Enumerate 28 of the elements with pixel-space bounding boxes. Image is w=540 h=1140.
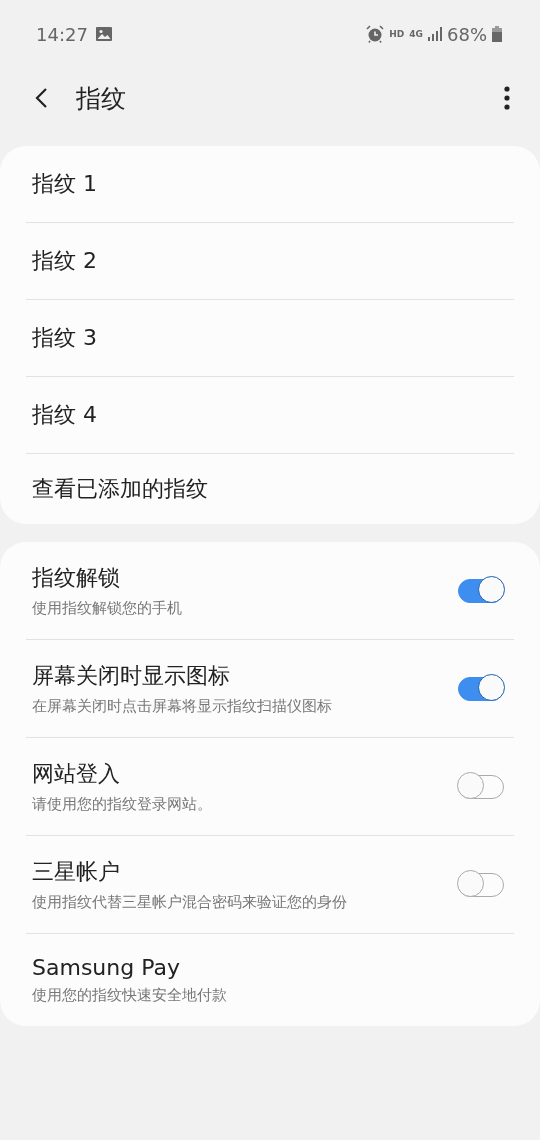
toggle-switch[interactable] bbox=[458, 578, 504, 603]
signal-icon bbox=[428, 27, 442, 41]
image-icon bbox=[95, 27, 112, 41]
setting-description: 使用指纹代替三星帐户混合密码来验证您的身份 bbox=[32, 893, 348, 912]
setting-title[interactable]: 网站登入 bbox=[32, 759, 458, 789]
setting-title[interactable]: 三星帐户 bbox=[32, 857, 458, 887]
battery-icon bbox=[492, 26, 502, 42]
setting-description: 使用您的指纹快速安全地付款 bbox=[32, 986, 228, 1005]
back-icon bbox=[34, 87, 48, 109]
fingerprint-item[interactable]: 指纹 2 bbox=[26, 223, 514, 300]
fingerprint-item[interactable]: 查看已添加的指纹 bbox=[26, 454, 514, 524]
page-title: 指纹 bbox=[76, 82, 127, 115]
battery-percent: 68% bbox=[447, 23, 487, 45]
setting-description: 请使用您的指纹登录网站。 bbox=[32, 795, 213, 814]
network-type: 4G bbox=[409, 29, 423, 39]
fingerprint-item[interactable]: 指纹 1 bbox=[26, 146, 514, 223]
fingerprint-item[interactable]: 指纹 4 bbox=[26, 377, 514, 454]
setting-description: 使用指纹解锁您的手机 bbox=[32, 599, 183, 618]
hd-indicator: HD bbox=[389, 29, 405, 39]
setting-description: 在屏幕关闭时点击屏幕将显示指纹扫描仪图标 bbox=[32, 697, 333, 716]
setting-title[interactable]: 指纹解锁 bbox=[32, 563, 458, 593]
toggle-switch[interactable] bbox=[458, 676, 504, 701]
fingerprint-item[interactable]: 指纹 3 bbox=[26, 300, 514, 377]
clock-time: 14:27 bbox=[36, 23, 88, 45]
setting-title[interactable]: Samsung Pay bbox=[32, 955, 514, 980]
alarm-icon bbox=[366, 25, 385, 43]
more-options-icon bbox=[504, 86, 510, 110]
setting-title[interactable]: 屏幕关闭时显示图标 bbox=[32, 661, 458, 691]
